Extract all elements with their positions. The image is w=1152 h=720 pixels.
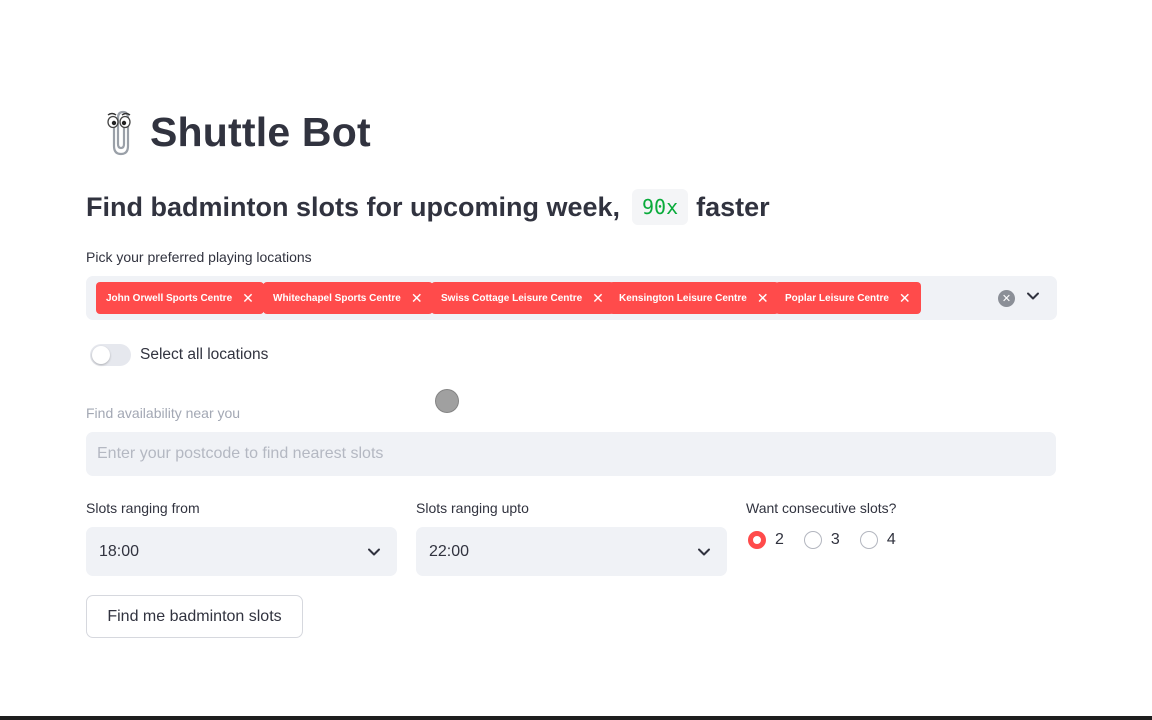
slots-from-value: 18:00 — [99, 542, 140, 560]
slots-upto-label: Slots ranging upto — [416, 500, 529, 516]
slots-from-label: Slots ranging from — [86, 500, 200, 516]
location-tag: Whitechapel Sports Centre ✕ — [263, 282, 433, 314]
subtitle-suffix: faster — [696, 191, 770, 222]
slots-from-select[interactable]: 18:00 — [86, 527, 397, 576]
radio-empty-icon — [859, 531, 878, 549]
app-root: Shuttle Bot Find badminton slots for upc… — [0, 0, 1152, 720]
remove-tag-icon[interactable]: ✕ — [592, 291, 604, 305]
consecutive-label: Want consecutive slots? — [746, 500, 897, 516]
remove-tag-icon[interactable]: ✕ — [757, 291, 769, 305]
location-tag: John Orwell Sports Centre ✕ — [96, 282, 264, 314]
remove-tag-icon[interactable]: ✕ — [899, 291, 911, 305]
location-tag-label: Poplar Leisure Centre — [785, 292, 889, 304]
location-tag: Swiss Cottage Leisure Centre ✕ — [431, 282, 614, 314]
radio-option-label: 2 — [775, 531, 784, 548]
clear-all-icon[interactable]: ✕ — [998, 290, 1015, 307]
select-all-label: Select all locations — [140, 346, 269, 363]
consecutive-radio-group: 2 3 4 — [748, 531, 916, 549]
remove-tag-icon[interactable]: ✕ — [411, 291, 423, 305]
consecutive-option-3[interactable]: 3 — [803, 531, 840, 549]
page-subtitle: Find badminton slots for upcoming week, … — [86, 189, 770, 225]
postcode-input[interactable] — [86, 432, 1056, 476]
select-all-toggle[interactable] — [90, 344, 131, 366]
toggle-knob — [92, 346, 110, 364]
subtitle-prefix: Find badminton slots for upcoming week, — [86, 191, 621, 222]
remove-tag-icon[interactable]: ✕ — [242, 291, 254, 305]
chevron-down-icon[interactable] — [1026, 289, 1040, 303]
find-slots-button[interactable]: Find me badminton slots — [86, 595, 303, 638]
mouse-cursor-indicator — [435, 389, 459, 413]
page-header: Shuttle Bot — [100, 106, 371, 158]
location-tag: Kensington Leisure Centre ✕ — [609, 282, 779, 314]
location-tag-label: John Orwell Sports Centre — [106, 292, 233, 304]
radio-option-label: 3 — [830, 531, 840, 548]
locations-multiselect[interactable]: John Orwell Sports Centre ✕ Whitechapel … — [86, 276, 1057, 320]
bottom-edge-bar — [0, 716, 1152, 720]
chevron-down-icon — [698, 548, 710, 556]
page-title: Shuttle Bot — [150, 108, 371, 155]
paperclip-assistant-icon — [107, 110, 131, 156]
location-tag-label: Whitechapel Sports Centre — [273, 292, 401, 304]
speed-code-badge: 90x — [632, 189, 689, 225]
consecutive-option-4[interactable]: 4 — [859, 531, 896, 549]
radio-option-label: 4 — [886, 531, 896, 548]
slots-upto-select[interactable]: 22:00 — [416, 527, 727, 576]
location-tag-label: Kensington Leisure Centre — [619, 292, 747, 304]
slots-upto-value: 22:00 — [429, 542, 470, 560]
location-tag: Poplar Leisure Centre ✕ — [775, 282, 921, 314]
chevron-down-icon — [368, 548, 380, 556]
postcode-label: Find availability near you — [86, 405, 241, 421]
location-tag-label: Swiss Cottage Leisure Centre — [441, 292, 583, 304]
consecutive-option-2[interactable]: 2 — [748, 531, 784, 549]
radio-empty-icon — [803, 531, 822, 549]
radio-selected-icon — [748, 531, 766, 549]
locations-label: Pick your preferred playing locations — [86, 249, 312, 265]
